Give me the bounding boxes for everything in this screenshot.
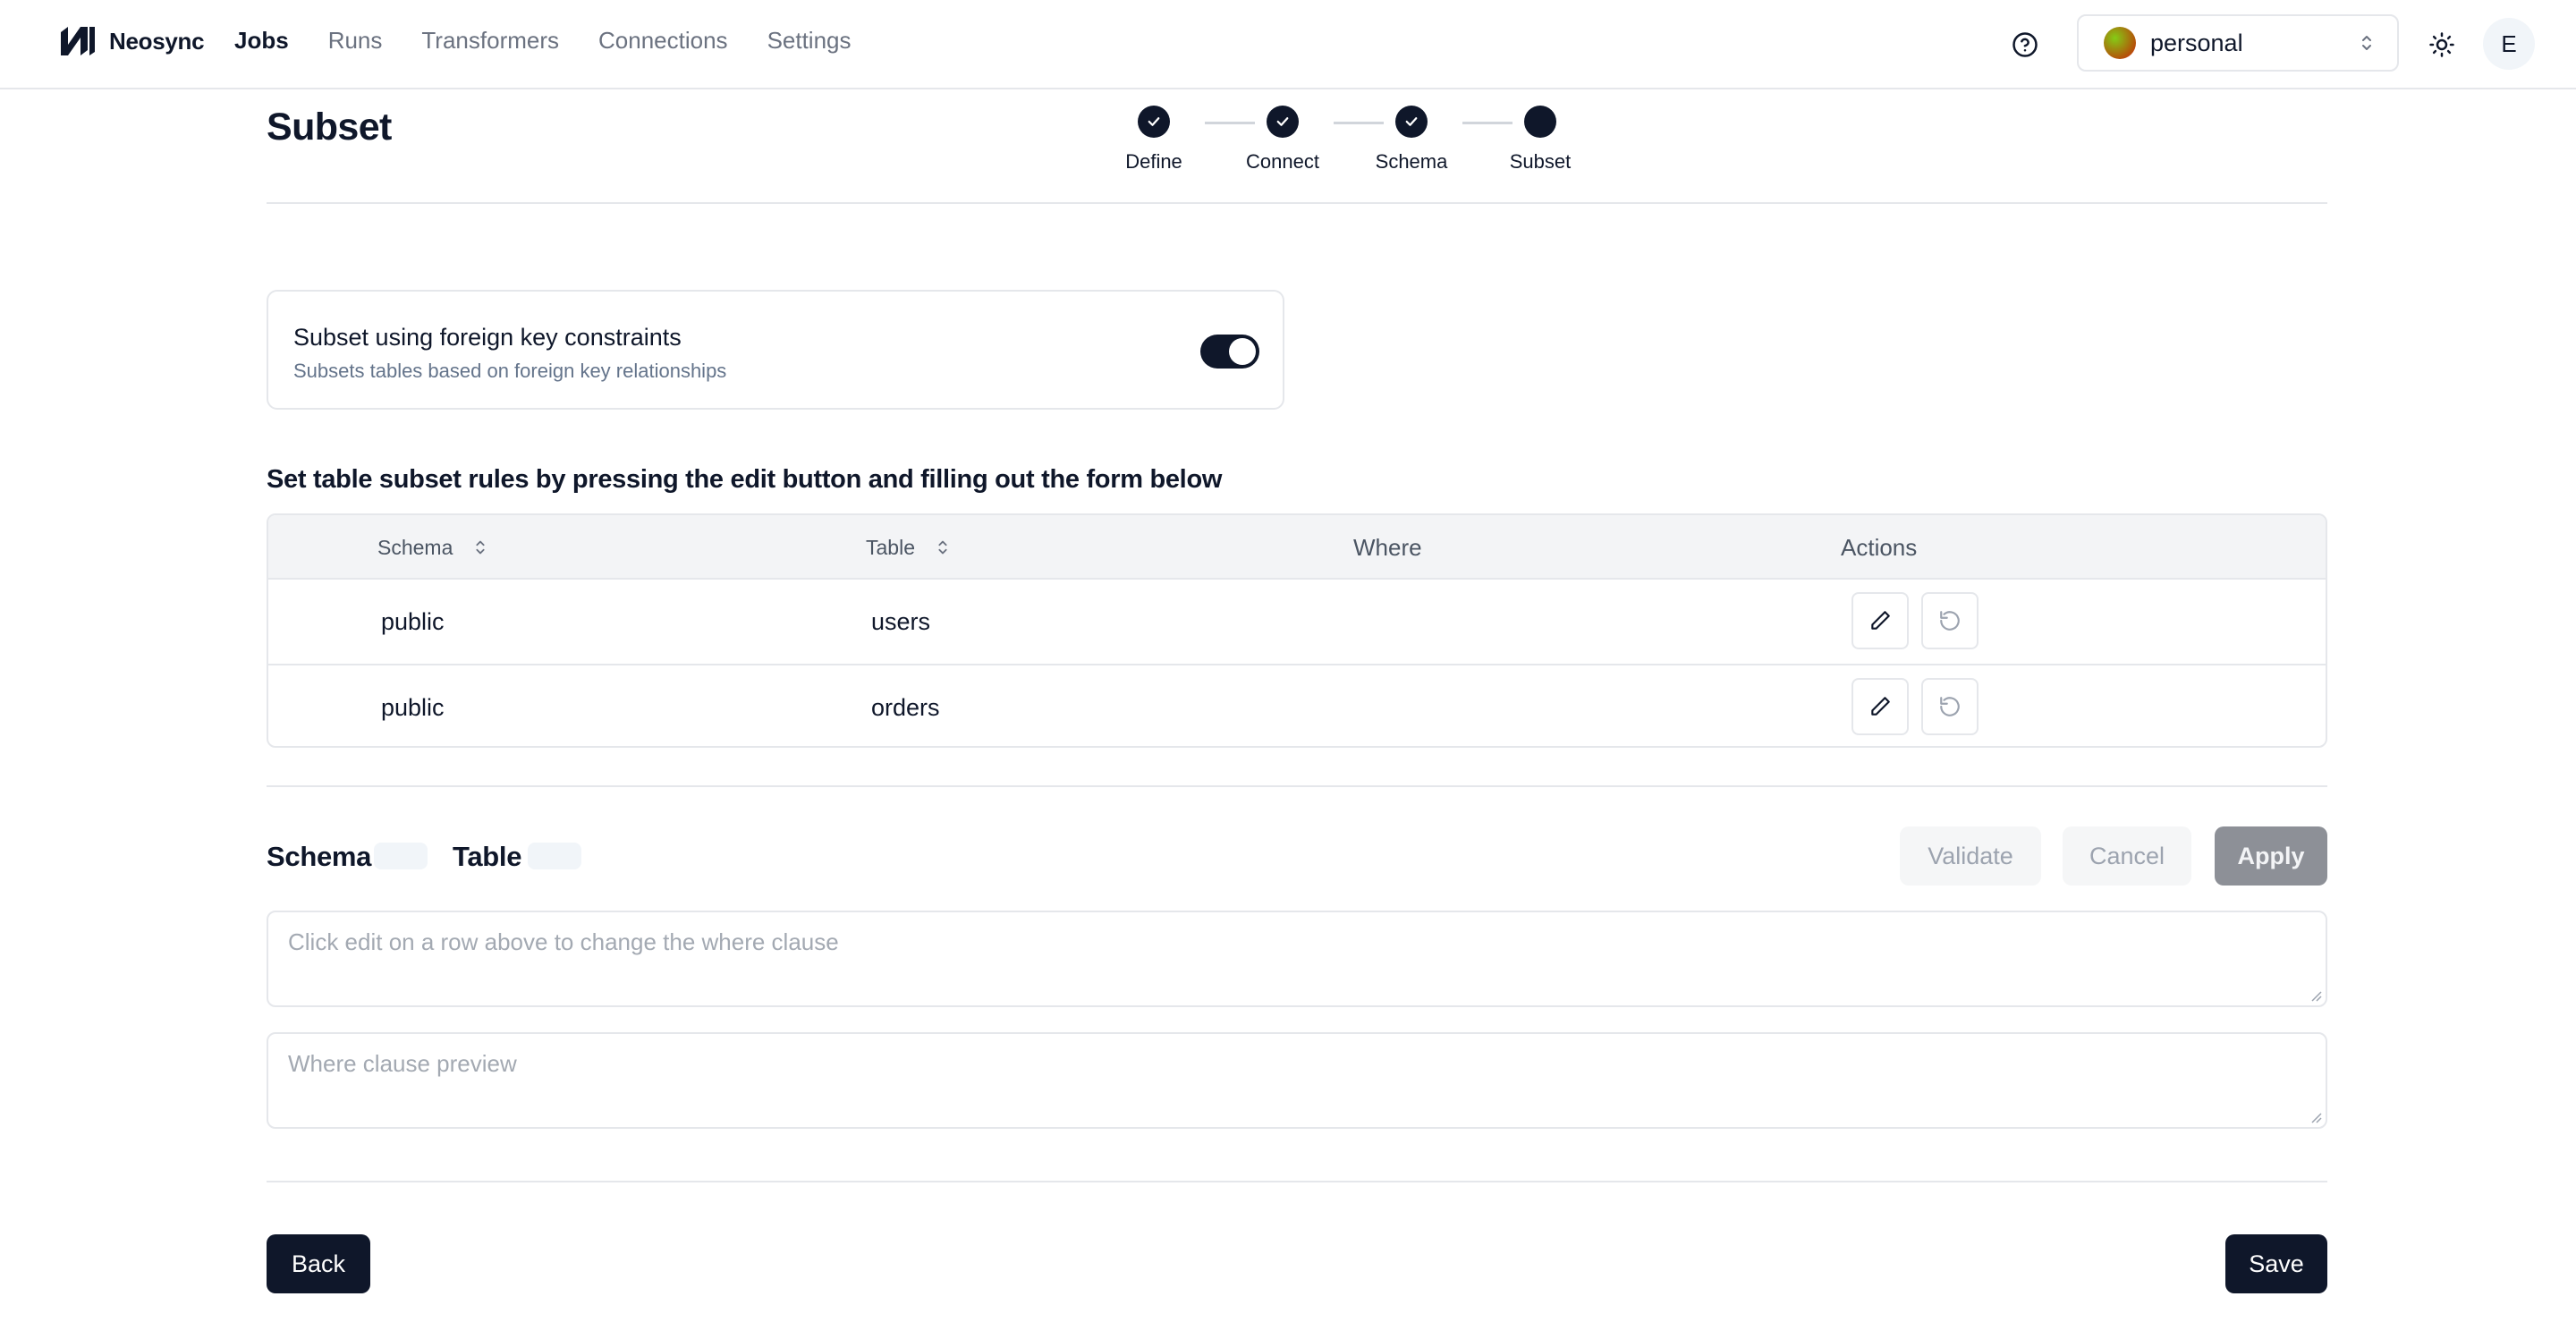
validate-button[interactable]: Validate [1900, 826, 2041, 886]
editor-table-label: Table [453, 841, 522, 872]
column-header-actions: Actions [1841, 533, 1918, 561]
sort-icon [938, 540, 947, 555]
fk-setting-description: Subsets tables based on foreign key rela… [293, 360, 727, 382]
cell-schema: public [381, 607, 445, 635]
where-clause-placeholder: Click edit on a row above to change the … [288, 928, 839, 955]
reset-row-button[interactable] [1921, 678, 1979, 735]
step-schema: Schema [1349, 106, 1474, 174]
column-header-schema[interactable]: Schema [377, 515, 490, 580]
divider [267, 785, 2327, 787]
divider [267, 1181, 2327, 1182]
table-row: public users [268, 580, 2326, 664]
main-nav: Jobs Runs Transformers Connections Setti… [234, 27, 852, 55]
step-define: Define [1091, 106, 1216, 174]
cell-schema: public [381, 693, 445, 721]
where-clause-preview[interactable]: Where clause preview [267, 1032, 2327, 1129]
resize-handle-icon[interactable] [2308, 1109, 2322, 1123]
fk-setting-title: Subset using foreign key constraints [293, 324, 682, 351]
reset-row-button[interactable] [1921, 592, 1979, 649]
step-complete-indicator [1267, 106, 1299, 138]
theme-toggle-button[interactable] [2422, 25, 2462, 64]
help-button[interactable] [2007, 27, 2043, 63]
job-stepper: Define Connect Schema Subset [1125, 106, 1592, 186]
apply-button[interactable]: Apply [2215, 826, 2327, 886]
save-button[interactable]: Save [2225, 1234, 2327, 1293]
table-row: public orders [268, 664, 2326, 746]
check-icon [1405, 117, 1418, 126]
edit-row-button[interactable] [1852, 592, 1909, 649]
divider [267, 202, 2327, 204]
cell-table: orders [871, 693, 940, 721]
sun-icon [2429, 32, 2454, 57]
back-button[interactable]: Back [267, 1234, 370, 1293]
step-label: Subset [1509, 150, 1572, 173]
step-complete-indicator [1395, 106, 1428, 138]
account-avatar [2104, 27, 2136, 59]
reset-icon [1940, 697, 1960, 716]
app-logo[interactable]: Neosync [59, 25, 205, 57]
user-avatar[interactable]: E [2483, 18, 2535, 70]
nav-connections[interactable]: Connections [598, 27, 728, 55]
account-switcher[interactable]: personal [2077, 14, 2399, 72]
column-header-table[interactable]: Table [866, 515, 953, 580]
pencil-icon [1871, 611, 1890, 630]
column-header-label: Table [866, 535, 915, 559]
selected-schema-badge [374, 843, 428, 869]
check-icon [1148, 117, 1160, 126]
step-label: Define [1125, 150, 1182, 173]
neosync-logo-icon [61, 27, 95, 55]
cell-table: users [871, 607, 931, 635]
page-title: Subset [267, 106, 392, 148]
foreign-key-toggle[interactable] [1200, 335, 1259, 369]
resize-handle-icon[interactable] [2308, 987, 2322, 1002]
subset-rules-heading: Set table subset rules by pressing the e… [267, 465, 1223, 494]
editor-schema-label: Schema [267, 841, 372, 872]
toggle-knob [1229, 338, 1256, 365]
where-clause-input[interactable]: Click edit on a row above to change the … [267, 911, 2327, 1007]
reset-icon [1940, 611, 1960, 631]
step-subset: Subset [1478, 106, 1603, 174]
column-header-where: Where [1353, 533, 1422, 561]
where-preview-placeholder: Where clause preview [288, 1050, 517, 1077]
chevron-up-down-icon [2362, 36, 2371, 50]
check-icon [1276, 117, 1289, 126]
step-label: Connect [1246, 150, 1319, 173]
column-header-label: Schema [377, 535, 453, 559]
step-label: Schema [1375, 150, 1448, 173]
app-name: Neosync [109, 27, 205, 55]
nav-jobs[interactable]: Jobs [234, 27, 289, 55]
subset-rules-table: Schema Table Where Actions public users … [267, 513, 2327, 748]
step-current-indicator [1524, 106, 1556, 138]
pencil-icon [1871, 697, 1890, 716]
table-header: Schema Table Where Actions [268, 515, 2326, 580]
nav-runs[interactable]: Runs [328, 27, 383, 55]
nav-settings[interactable]: Settings [767, 27, 852, 55]
edit-row-button[interactable] [1852, 678, 1909, 735]
selected-table-badge [528, 843, 581, 869]
step-connect: Connect [1220, 106, 1345, 174]
help-circle-icon [2012, 32, 2038, 57]
sort-icon [476, 540, 485, 555]
step-complete-indicator [1138, 106, 1170, 138]
account-name: personal [2150, 29, 2243, 56]
cancel-button[interactable]: Cancel [2063, 826, 2191, 886]
nav-transformers[interactable]: Transformers [421, 27, 559, 55]
top-navigation-bar: Neosync Jobs Runs Transformers Connectio… [0, 0, 2576, 89]
foreign-key-setting-card: Subset using foreign key constraints Sub… [267, 290, 1284, 410]
